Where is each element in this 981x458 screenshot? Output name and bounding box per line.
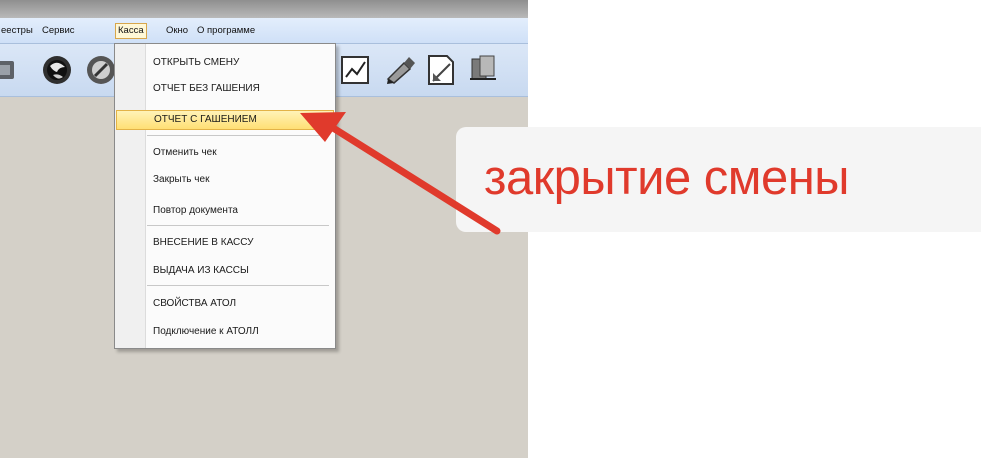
annotation-arrow xyxy=(300,112,501,235)
